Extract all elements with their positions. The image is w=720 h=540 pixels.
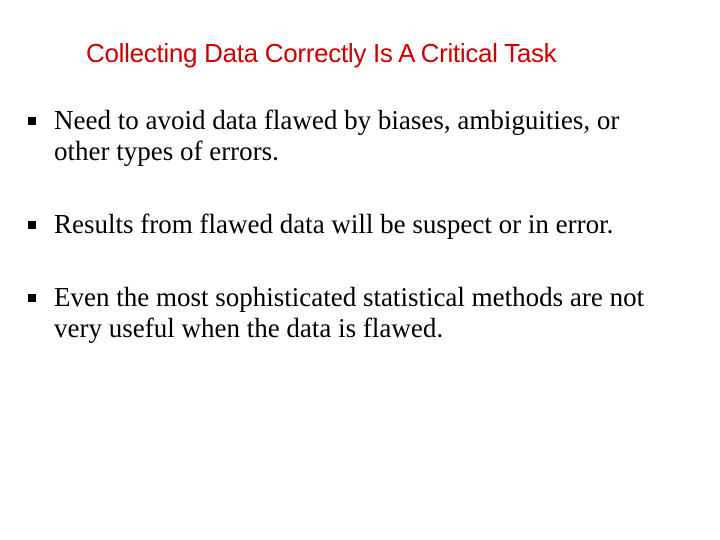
square-bullet-icon — [28, 294, 36, 302]
square-bullet-icon — [28, 221, 36, 229]
slide-title: Collecting Data Correctly Is A Critical … — [86, 38, 692, 69]
list-item: Results from flawed data will be suspect… — [28, 209, 692, 240]
bullet-text: Need to avoid data flawed by biases, amb… — [54, 105, 674, 167]
bullet-list: Need to avoid data flawed by biases, amb… — [28, 105, 692, 344]
square-bullet-icon — [28, 117, 36, 125]
list-item: Even the most sophisticated statistical … — [28, 282, 692, 344]
bullet-text: Results from flawed data will be suspect… — [54, 209, 613, 240]
list-item: Need to avoid data flawed by biases, amb… — [28, 105, 692, 167]
bullet-text: Even the most sophisticated statistical … — [54, 282, 674, 344]
